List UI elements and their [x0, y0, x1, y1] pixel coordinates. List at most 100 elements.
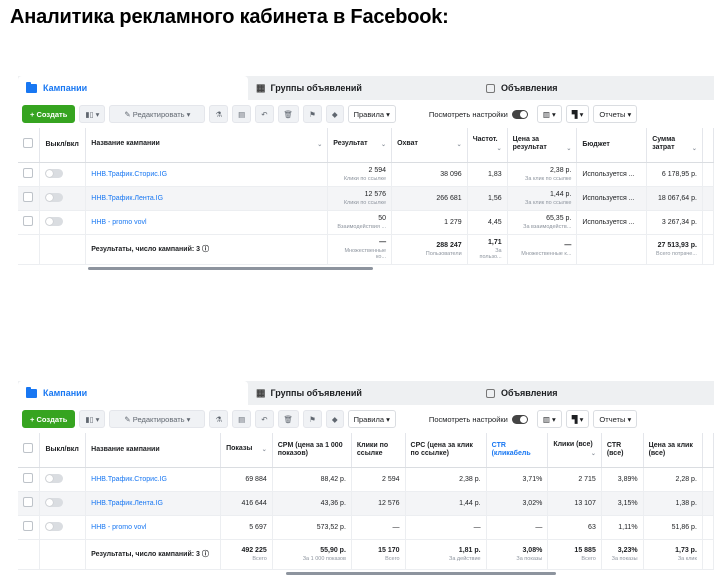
cpr-value: 65,35 р.: [546, 214, 572, 222]
select-all-checkbox[interactable]: [18, 128, 41, 163]
col-impressions[interactable]: Показы ⌄: [220, 433, 273, 468]
col-clicks-all[interactable]: Клики (все) ⌄: [547, 433, 602, 468]
tag-icon[interactable]: ◆: [325, 105, 344, 123]
campaign-toggle[interactable]: [45, 497, 64, 507]
rule-icon[interactable]: ⚑: [303, 105, 322, 123]
undo-icon[interactable]: ↶: [255, 105, 274, 123]
frequency-cell: 1,56: [467, 186, 508, 211]
trash-icon[interactable]: 🗑: [277, 105, 300, 123]
table-header-row: Выкл/вкл Название кампании ⌄ Результат ⌄ О…: [18, 128, 715, 163]
tab-ads[interactable]: Объявления: [478, 381, 714, 405]
campaign-name-link[interactable]: ННВ - promo vovl: [85, 210, 329, 235]
table-row[interactable]: ННВ - promo vovl 5 697 573,52 р. — — — 6…: [18, 515, 715, 540]
tab-campaigns[interactable]: Кампании: [18, 76, 248, 100]
col-name[interactable]: Название кампании: [85, 433, 222, 468]
undo-icon[interactable]: ↶: [255, 410, 274, 428]
campaign-toggle[interactable]: [45, 216, 64, 226]
reports-dropdown[interactable]: Отчеты ▾: [593, 105, 638, 123]
col-result[interactable]: Результат ⌄: [327, 128, 393, 163]
view-settings[interactable]: Посмотреть настройки: [424, 410, 533, 428]
select-all-checkbox[interactable]: [18, 433, 41, 468]
row-checkbox[interactable]: [23, 473, 33, 483]
col-spend[interactable]: Сумма затрат ⌄: [646, 128, 703, 163]
col-name[interactable]: Название кампании ⌄: [85, 128, 329, 163]
tab-campaigns[interactable]: Кампании: [18, 381, 248, 405]
summary-frequency: 1,71 За пользо...: [467, 234, 508, 265]
summary-ctr-all-value: 3,23%: [617, 546, 638, 554]
rules-dropdown[interactable]: Правила ▾: [347, 105, 396, 123]
rules-dropdown[interactable]: Правила ▾: [347, 410, 396, 428]
cpc-all-cell: 2,28 р.: [643, 467, 703, 492]
duplicate-button[interactable]: ▮▯ ▾: [79, 410, 106, 428]
col-frequency-label: Частот.: [472, 136, 498, 144]
campaign-name-link[interactable]: ННВ.Трафик.Сторис.IG: [85, 162, 329, 187]
view-settings-toggle[interactable]: [511, 414, 528, 424]
tag-icon[interactable]: ◆: [325, 410, 344, 428]
table-row[interactable]: ННВ.Трафик.Сторис.IG 2 594 Клики по ссылк…: [18, 162, 715, 187]
tab-adsets[interactable]: ▦ Группы объявлений: [248, 76, 478, 100]
campaign-toggle[interactable]: [45, 521, 64, 531]
row-checkbox[interactable]: [23, 168, 33, 178]
view-settings[interactable]: Посмотреть настройки: [424, 105, 533, 123]
campaign-name-link[interactable]: ННВ.Трафик.Сторис.IG: [85, 467, 222, 492]
campaign-name-link[interactable]: ННВ - promo vovl: [85, 515, 222, 540]
campaign-name-link[interactable]: ННВ.Трафик.Лента.IG: [85, 491, 222, 516]
campaign-toggle[interactable]: [45, 473, 64, 483]
edit-button[interactable]: ✎ Редактировать ▾: [109, 105, 206, 123]
view-settings-toggle[interactable]: [511, 109, 528, 119]
columns-icon[interactable]: ▥ ▾: [536, 105, 562, 123]
col-result-label: Результат: [333, 140, 368, 148]
trash-icon[interactable]: 🗑: [277, 410, 300, 428]
ab-test-icon[interactable]: ⚗: [209, 410, 229, 428]
create-button[interactable]: + Создать: [22, 410, 76, 428]
table-row[interactable]: ННВ.Трафик.Сторис.IG 69 884 88,42 р. 2 5…: [18, 467, 715, 492]
col-cpc-all[interactable]: Цена за клик (все): [643, 433, 703, 468]
col-reach[interactable]: Охват ⌄: [391, 128, 468, 163]
horizontal-scrollbar[interactable]: [18, 264, 714, 273]
col-cost-per-result[interactable]: Цена за результат ⌄: [507, 128, 578, 163]
tab-adsets[interactable]: ▦ Группы объявлений: [248, 381, 478, 405]
col-ctr[interactable]: CTR (кликабель: [486, 433, 549, 468]
result-value: 50: [378, 214, 387, 222]
clicks-all-cell: 13 107: [547, 491, 602, 516]
campaign-toggle[interactable]: [45, 192, 64, 202]
row-checkbox[interactable]: [23, 521, 33, 531]
edit-button[interactable]: ✎ Редактировать ▾: [109, 410, 206, 428]
summary-spend-value: 27 513,93 р.: [657, 241, 697, 249]
cpr-value: 1,44 р.: [549, 190, 572, 198]
breakdown-icon[interactable]: ▜ ▾: [565, 105, 590, 123]
row-checkbox[interactable]: [23, 192, 33, 202]
campaigns-panel-delivery: Кампании ▦ Группы объявлений Объявления …: [18, 381, 715, 578]
tab-ads[interactable]: Объявления: [478, 76, 714, 100]
row-checkbox[interactable]: [23, 497, 33, 507]
columns-icon[interactable]: ▥ ▾: [536, 410, 562, 428]
info-icon[interactable]: ⓘ: [202, 246, 209, 253]
campaign-name-link[interactable]: ННВ.Трафик.Лента.IG: [85, 186, 329, 211]
col-frequency[interactable]: Частот. ⌄: [467, 128, 508, 163]
campaign-toggle[interactable]: [45, 168, 64, 178]
ab-test-icon[interactable]: ⚗: [209, 105, 229, 123]
reports-dropdown[interactable]: Отчеты ▾: [593, 410, 638, 428]
table-row[interactable]: ННВ.Трафик.Лента.IG 416 644 43,36 р. 12 …: [18, 491, 715, 516]
clipboard-icon[interactable]: ▤: [232, 410, 252, 428]
duplicate-button[interactable]: ▮▯ ▾: [79, 105, 106, 123]
col-cpm[interactable]: CPM (цена за 1 000 показов): [272, 433, 352, 468]
table-row[interactable]: ННВ - promo vovl 50 Взаимодействия ... 1 …: [18, 210, 715, 235]
summary-ctr-value: 3,08%: [522, 546, 543, 554]
col-link-clicks[interactable]: Клики по ссылке: [351, 433, 406, 468]
summary-link-clicks-sub: Всего: [385, 555, 400, 562]
breakdown-icon[interactable]: ▜ ▾: [565, 410, 590, 428]
col-budget[interactable]: Бюджет: [576, 128, 648, 163]
col-ctr-all[interactable]: CTR (все): [601, 433, 644, 468]
summary-cpc-all: 1,73 р. За клик: [643, 539, 703, 570]
col-cpc[interactable]: CPC (цена за клик по ссылке): [405, 433, 487, 468]
horizontal-scrollbar[interactable]: [18, 569, 714, 578]
row-checkbox[interactable]: [23, 216, 33, 226]
info-icon[interactable]: ⓘ: [202, 551, 209, 558]
clipboard-icon[interactable]: ▤: [232, 105, 252, 123]
rule-icon[interactable]: ⚑: [303, 410, 322, 428]
folder-icon: [26, 81, 37, 93]
table-row[interactable]: ННВ.Трафик.Лента.IG 12 576 Клики по ссылк…: [18, 186, 715, 211]
reports-label: Отчеты: [599, 414, 626, 424]
create-button[interactable]: + Создать: [22, 105, 76, 123]
